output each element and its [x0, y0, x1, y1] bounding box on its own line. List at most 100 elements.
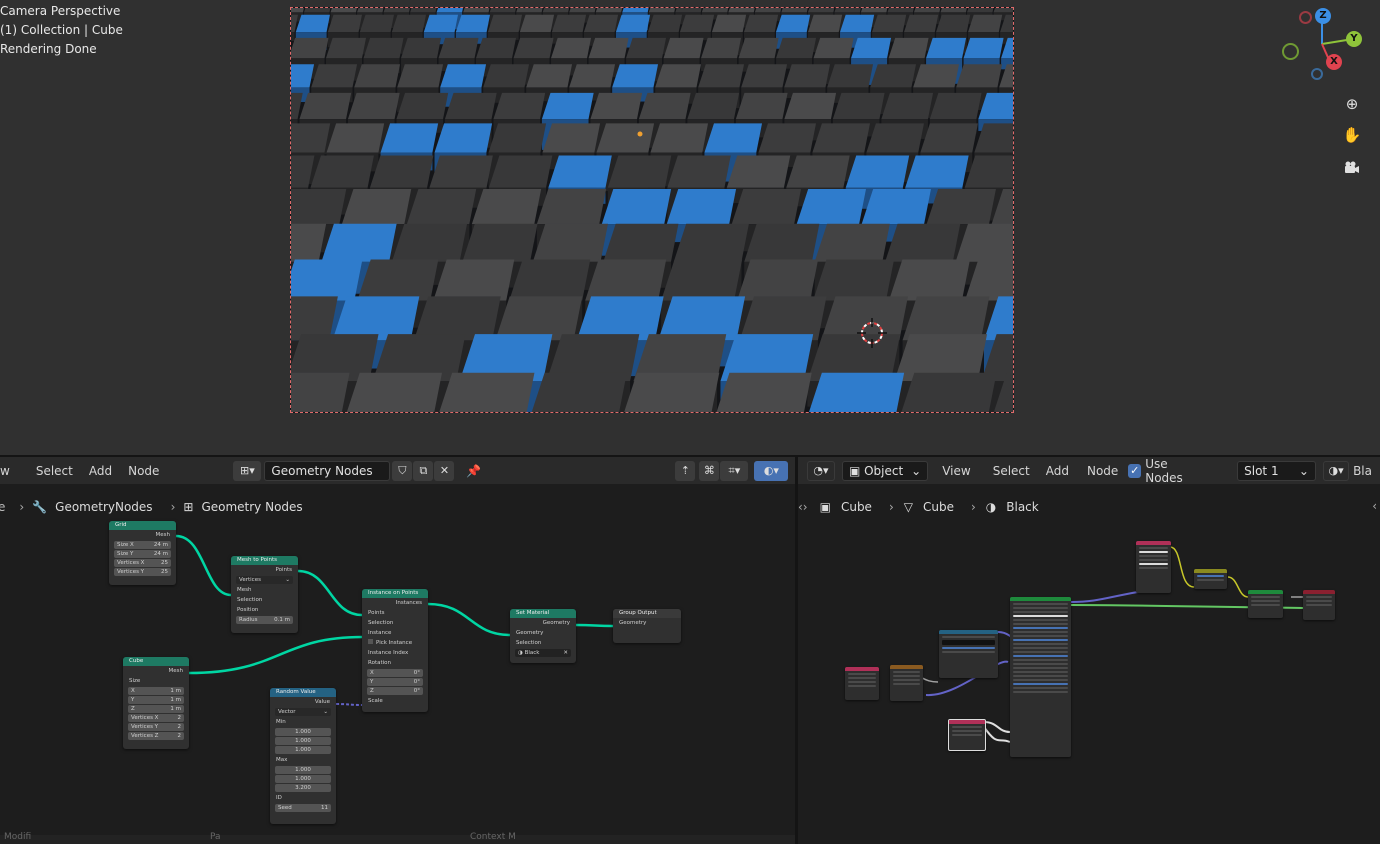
- set-material-node[interactable]: Set Material Geometry Geometry Selection…: [510, 609, 576, 663]
- cube-top: [905, 155, 969, 188]
- cube-top: [569, 8, 596, 13]
- shader-node-material-output[interactable]: [1303, 590, 1335, 620]
- iop-pick-instance-checkbox[interactable]: Pick Instance: [362, 638, 428, 648]
- cube-top: [650, 123, 709, 153]
- cube-top: [741, 64, 788, 88]
- cube-top: [701, 8, 729, 13]
- gizmo-y-axis[interactable]: Y: [1346, 31, 1362, 47]
- zoom-icon[interactable]: ⊕: [1339, 91, 1365, 117]
- link-m2p-to-iop: [297, 569, 363, 617]
- random-type-dropdown[interactable]: Vector ⌄: [275, 708, 331, 716]
- cube-top: [920, 123, 978, 153]
- gizmo-neg-x-axis[interactable]: [1299, 11, 1312, 24]
- random-value-node[interactable]: Random Value Value Vector ⌄ Min 1.000 1.0…: [270, 688, 336, 824]
- cube-top: [711, 14, 747, 33]
- random-min-y-field[interactable]: 1.000: [275, 737, 331, 745]
- m2p-mode-dropdown[interactable]: Vertices ⌄: [236, 576, 293, 584]
- cube-x-field[interactable]: X1 m: [128, 687, 184, 695]
- iop-rotation-input: Rotation: [368, 660, 392, 666]
- cube-vertices-x-field[interactable]: Vertices X2: [128, 714, 184, 722]
- view-mode-text: Camera Perspective: [0, 4, 121, 18]
- mesh-to-points-node[interactable]: Mesh to Points Points Vertices ⌄ Mesh Sel…: [231, 556, 298, 633]
- cube-top: [735, 92, 788, 120]
- cube-top: [311, 64, 358, 88]
- cube-top: [595, 8, 623, 13]
- gizmo-x-axis[interactable]: X: [1326, 54, 1342, 70]
- cube-top: [860, 8, 888, 13]
- m2p-radius-field[interactable]: Radius 0.1 m: [236, 616, 293, 624]
- geometry-node-editor[interactable]: w Select Add Node ⊞▾ Geometry Nodes ⛉ ⧉ …: [0, 457, 795, 844]
- link-iop-to-setmat: [427, 602, 511, 637]
- navigation-gizmo[interactable]: Z Y X: [1275, 6, 1365, 86]
- cube-top: [588, 37, 629, 59]
- cube-top: [840, 14, 875, 33]
- shader-node-math[interactable]: [1194, 569, 1227, 589]
- footer-modifier-text: Modifi: [4, 832, 32, 842]
- gizmo-z-axis[interactable]: Z: [1315, 8, 1331, 24]
- grid-vertices-y-field[interactable]: Vertices Y 25: [114, 568, 171, 576]
- group-output-node[interactable]: Group Output Geometry: [613, 609, 681, 643]
- random-seed-field[interactable]: Seed 11: [275, 804, 331, 812]
- cube-top: [486, 412, 590, 413]
- setmat-material-field[interactable]: ◑ Black ✕: [515, 649, 571, 657]
- cube-y-field[interactable]: Y1 m: [128, 696, 184, 704]
- instance-on-points-node[interactable]: Instance on Points Instances Points Sele…: [362, 589, 428, 712]
- cube-top: [291, 412, 395, 413]
- gizmo-neg-y-axis[interactable]: [1282, 43, 1299, 60]
- cube-top: [603, 223, 679, 262]
- cube-top: [687, 92, 740, 120]
- iop-rot-z-field[interactable]: Z 0°: [367, 687, 423, 695]
- iop-rot-x-field[interactable]: X 0°: [367, 669, 423, 677]
- gizmo-neg-z-axis[interactable]: [1311, 68, 1323, 80]
- cube-top: [551, 37, 592, 59]
- 3d-viewport[interactable]: Camera Perspective (1) Collection | Cube…: [0, 0, 1380, 455]
- cube-top: [698, 64, 745, 88]
- cube-top: [541, 92, 594, 120]
- random-max-z-field[interactable]: 3.200: [275, 784, 331, 792]
- cube-top: [396, 92, 449, 120]
- shader-link: [1070, 591, 1139, 603]
- iop-instances-output: Instances: [395, 600, 422, 606]
- random-max-y-field[interactable]: 1.000: [275, 775, 331, 783]
- shader-editor[interactable]: ◔▾ ▣ Object ⌄ View Select Add Node ✓ Use …: [798, 457, 1380, 844]
- shader-node-colorramp[interactable]: [939, 630, 998, 678]
- shader-node-noise[interactable]: [948, 719, 986, 751]
- shader-node-texcoord[interactable]: [845, 667, 879, 700]
- setmat-geometry-input: Geometry: [516, 630, 544, 636]
- grid-node[interactable]: Grid Mesh Size X 24 m Size Y 24 m Vertices…: [109, 521, 176, 585]
- m2p-mesh-input: Mesh: [237, 587, 252, 593]
- hand-icon[interactable]: ✋: [1339, 122, 1365, 148]
- cube-top: [380, 123, 439, 153]
- cube-top: [585, 259, 667, 301]
- cube-top: [716, 372, 812, 412]
- shader-node-principled[interactable]: [1010, 597, 1071, 757]
- random-max-x-field[interactable]: 1.000: [275, 766, 331, 774]
- random-min-z-field[interactable]: 1.000: [275, 746, 331, 754]
- cube-z-field[interactable]: Z1 m: [128, 705, 184, 713]
- shader-node-mapping[interactable]: [890, 665, 923, 701]
- grid-node-title: Grid: [109, 521, 176, 530]
- cube-top: [626, 37, 667, 59]
- grid-size-x-field[interactable]: Size X 24 m: [114, 541, 171, 549]
- cube-top: [363, 37, 404, 59]
- cube-vertices-z-field[interactable]: Vertices Z2: [128, 732, 184, 740]
- cube-top: [607, 155, 672, 188]
- shader-node-texture[interactable]: [1136, 541, 1171, 593]
- cube-top: [622, 8, 649, 13]
- cube-mesh-output: Mesh: [168, 668, 183, 674]
- cube-top: [663, 37, 704, 59]
- iop-rot-y-field[interactable]: Y 0°: [367, 678, 423, 686]
- cube-top: [542, 8, 570, 13]
- camera-icon[interactable]: [1339, 155, 1365, 181]
- cube-vertices-y-field[interactable]: Vertices Y2: [128, 723, 184, 731]
- grid-vertices-x-field[interactable]: Vertices X 25: [114, 559, 171, 567]
- random-min-x-field[interactable]: 1.000: [275, 728, 331, 736]
- cube-top: [784, 64, 831, 88]
- grid-size-y-field[interactable]: Size Y 24 m: [114, 550, 171, 558]
- cube-top: [463, 8, 490, 13]
- shader-link: [983, 726, 1011, 743]
- cube-node[interactable]: Cube Mesh Size X1 m Y1 m Z1 m Vertices X…: [123, 657, 189, 749]
- shader-node-mix[interactable]: [1248, 590, 1283, 618]
- close-icon[interactable]: ✕: [563, 649, 568, 657]
- cube-top: [926, 37, 967, 59]
